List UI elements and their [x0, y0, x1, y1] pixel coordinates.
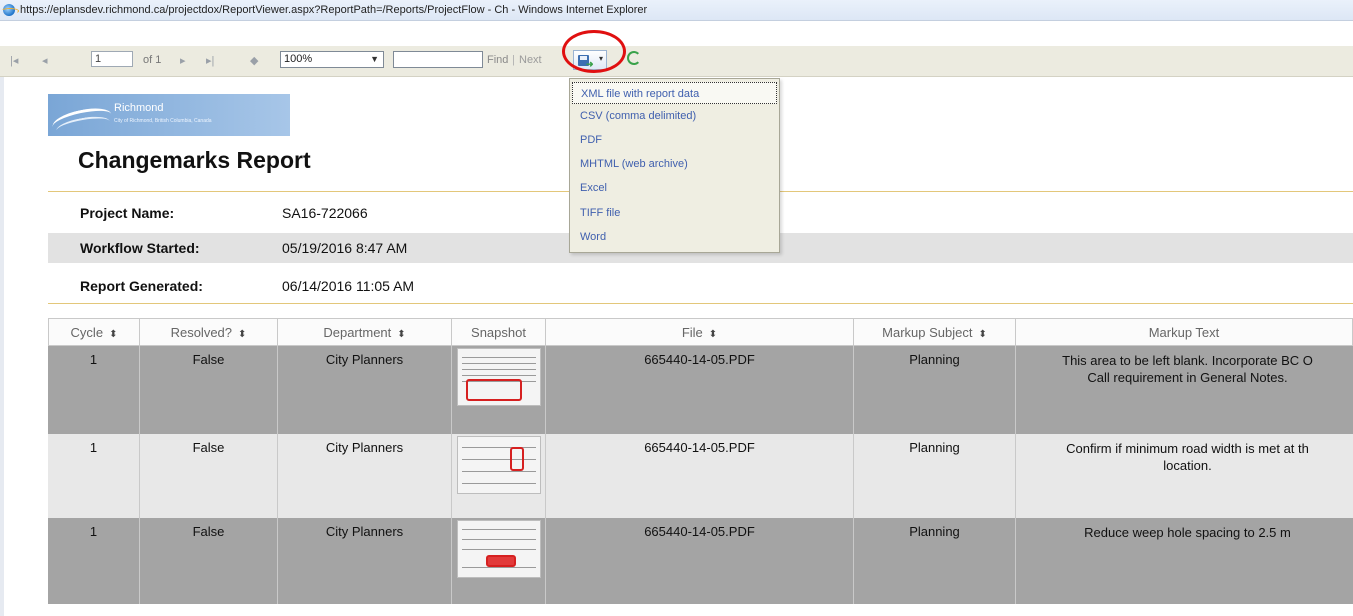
- sort-arrows-icon[interactable]: ⬍: [397, 329, 405, 340]
- previous-page-icon[interactable]: ◂: [42, 54, 48, 67]
- cell-markup-text: This area to be left blank. Incorporate …: [1016, 346, 1353, 434]
- sort-arrows-icon[interactable]: ⬍: [238, 329, 246, 340]
- cell-resolved: False: [140, 346, 278, 434]
- cell-resolved: False: [140, 518, 278, 604]
- markup-text-line: Call requirement in General Notes.: [1087, 370, 1288, 385]
- cell-markup-text: Reduce weep hole spacing to 2.5 m: [1016, 518, 1353, 604]
- first-page-icon[interactable]: |◂: [10, 54, 18, 67]
- logo-subtitle: City of Richmond, British Columbia, Cana…: [114, 118, 212, 124]
- menu-item-tiff[interactable]: TIFF file: [580, 202, 620, 224]
- report-toolbar: |◂ ◂ of 1 ▸ ▸| ◆ 100% ▼ Find | Next ➜ ▾: [0, 46, 1353, 77]
- menu-item-xml[interactable]: XML file with report data: [572, 82, 777, 104]
- page-left-border: [0, 77, 4, 616]
- cell-department: City Planners: [278, 434, 452, 518]
- cell-markup-text: Confirm if minimum road width is met at …: [1016, 434, 1353, 518]
- cell-department: City Planners: [278, 518, 452, 604]
- richmond-logo: Richmond City of Richmond, British Colum…: [48, 94, 290, 136]
- report-title: Changemarks Report: [78, 147, 311, 173]
- info-label: Report Generated:: [80, 278, 203, 294]
- export-format-menu: XML file with report data CSV (comma del…: [569, 78, 780, 253]
- table-row: 1 False City Planners 665440-14-05.PDF P…: [48, 346, 1353, 434]
- markup-highlight: [510, 447, 524, 471]
- column-header-snapshot: Snapshot: [452, 318, 546, 346]
- cell-file: 665440-14-05.PDF: [546, 518, 854, 604]
- markup-highlight: [486, 555, 516, 567]
- cell-markup-subject: Planning: [854, 434, 1016, 518]
- internet-explorer-icon: [1, 4, 19, 16]
- info-label: Project Name:: [80, 205, 175, 221]
- cell-markup-subject: Planning: [854, 346, 1016, 434]
- cell-file: 665440-14-05.PDF: [546, 346, 854, 434]
- cell-file: 665440-14-05.PDF: [546, 434, 854, 518]
- sort-arrows-icon[interactable]: ⬍: [709, 329, 717, 340]
- page-count-label: of 1: [143, 54, 162, 66]
- markup-text-line: location.: [1163, 458, 1212, 473]
- last-page-icon[interactable]: ▸|: [206, 54, 214, 67]
- sort-arrows-icon[interactable]: ⬍: [978, 329, 986, 340]
- menu-item-word[interactable]: Word: [580, 226, 606, 248]
- find-link[interactable]: Find: [487, 54, 508, 66]
- menu-item-csv[interactable]: CSV (comma delimited): [580, 105, 696, 127]
- column-header-cycle[interactable]: Cycle ⬍: [48, 318, 140, 346]
- cell-snapshot: [452, 434, 546, 518]
- next-page-icon[interactable]: ▸: [180, 54, 186, 67]
- divider: [48, 303, 1353, 304]
- table-row: 1 False City Planners 665440-14-05.PDF P…: [48, 518, 1353, 604]
- markup-text-line: Confirm if minimum road width is met at …: [1066, 441, 1309, 456]
- cell-department: City Planners: [278, 346, 452, 434]
- markup-highlight: [466, 379, 522, 401]
- column-header-markup-subject[interactable]: Markup Subject ⬍: [854, 318, 1016, 346]
- menu-item-mhtml[interactable]: MHTML (web archive): [580, 153, 688, 175]
- snapshot-thumbnail[interactable]: [457, 520, 541, 578]
- cell-cycle: 1: [48, 518, 140, 604]
- table-row: 1 False City Planners 665440-14-05.PDF P…: [48, 434, 1353, 518]
- info-value: 06/14/2016 11:05 AM: [282, 278, 415, 294]
- column-header-file[interactable]: File ⬍: [546, 318, 854, 346]
- window-title-bar: https://eplansdev.richmond.ca/projectdox…: [0, 0, 1353, 21]
- cell-markup-subject: Planning: [854, 518, 1016, 604]
- snapshot-thumbnail[interactable]: [457, 348, 541, 406]
- info-label: Workflow Started:: [80, 240, 200, 256]
- info-row-report-generated: Report Generated: 06/14/2016 11:05 AM: [48, 271, 1353, 301]
- window-title: https://eplansdev.richmond.ca/projectdox…: [20, 4, 648, 16]
- markup-text-line: This area to be left blank. Incorporate …: [1062, 353, 1313, 368]
- zoom-select[interactable]: 100% ▼: [280, 51, 384, 68]
- back-to-parent-icon[interactable]: ◆: [250, 54, 258, 67]
- cell-resolved: False: [140, 434, 278, 518]
- find-separator: |: [512, 54, 515, 66]
- column-header-resolved[interactable]: Resolved? ⬍: [140, 318, 278, 346]
- chevron-down-icon: ▼: [370, 54, 379, 64]
- cell-snapshot: [452, 346, 546, 434]
- cell-snapshot: [452, 518, 546, 604]
- markup-text-line: Reduce weep hole spacing to 2.5 m: [1084, 525, 1291, 540]
- cell-cycle: 1: [48, 346, 140, 434]
- snapshot-thumbnail[interactable]: [457, 436, 541, 494]
- column-header-markup-text: Markup Text: [1016, 318, 1353, 346]
- logo-name: Richmond: [114, 102, 164, 114]
- find-text-input[interactable]: [393, 51, 483, 68]
- menu-item-pdf[interactable]: PDF: [580, 129, 602, 151]
- annotation-circle: [562, 30, 626, 73]
- table-header: Cycle ⬍ Resolved? ⬍ Department ⬍ Snapshot F…: [48, 318, 1353, 346]
- info-value: 05/19/2016 8:47 AM: [282, 240, 408, 256]
- info-value: SA16-722066: [282, 205, 368, 221]
- cell-cycle: 1: [48, 434, 140, 518]
- zoom-value: 100%: [284, 53, 313, 65]
- page-number-input[interactable]: [91, 51, 133, 67]
- refresh-icon[interactable]: [627, 51, 641, 65]
- find-next-link[interactable]: Next: [519, 54, 542, 66]
- menu-item-excel[interactable]: Excel: [580, 177, 607, 199]
- column-header-department[interactable]: Department ⬍: [278, 318, 452, 346]
- sort-arrows-icon[interactable]: ⬍: [109, 329, 117, 340]
